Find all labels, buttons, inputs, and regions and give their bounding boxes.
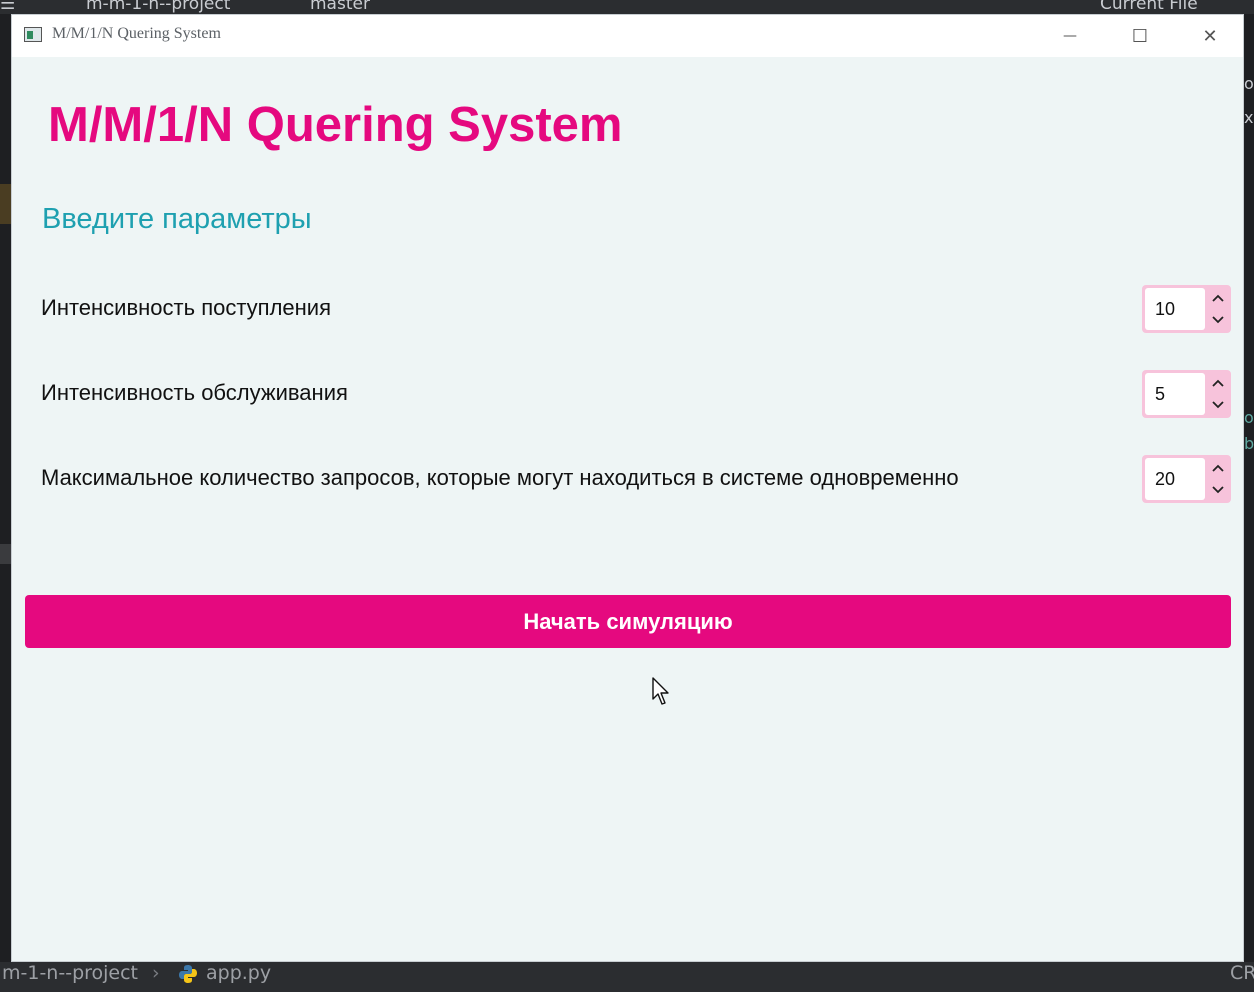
chevron-up-icon (1212, 379, 1224, 387)
mouse-pointer-icon (652, 677, 669, 705)
service-rate-input[interactable]: 5 (1145, 373, 1205, 415)
close-button[interactable]: ✕ (1175, 15, 1245, 57)
minimize-icon: — (1063, 28, 1077, 44)
arrival-rate-label: Интенсивность поступления (41, 295, 331, 320)
app-content: M/M/1/N Quering System Введите параметры… (12, 57, 1243, 961)
arrival-rate-decrement-button[interactable] (1206, 309, 1230, 331)
ide-divider-stripe (0, 544, 11, 564)
ide-highlight-stripe (0, 184, 11, 224)
ide-status-right: CR (1230, 962, 1254, 984)
param-row-arrival: Интенсивность поступления 10 (12, 285, 1243, 333)
section-title: Введите параметры (42, 203, 312, 235)
service-rate-increment-button[interactable] (1206, 372, 1230, 394)
python-icon (179, 965, 197, 983)
chevron-up-icon (1212, 464, 1224, 472)
ide-branch-name[interactable]: master (310, 0, 370, 14)
param-row-service: Интенсивность обслуживания 5 (12, 370, 1243, 418)
chevron-down-icon (1212, 316, 1224, 324)
ide-project-name[interactable]: m-m-1-n--project (86, 0, 230, 14)
menu-icon[interactable]: ☰ (0, 0, 15, 14)
ide-left-gutter (0, 14, 11, 964)
start-simulation-button[interactable]: Начать симуляцию (25, 595, 1231, 648)
page-title: M/M/1/N Quering System (48, 98, 623, 152)
max-requests-spinbox[interactable]: 20 (1142, 455, 1231, 503)
chevron-up-icon (1212, 294, 1224, 302)
service-rate-label: Интенсивность обслуживания (41, 380, 348, 405)
service-rate-decrement-button[interactable] (1206, 394, 1230, 416)
max-requests-decrement-button[interactable] (1206, 479, 1230, 501)
param-row-capacity: Максимальное количество запросов, которы… (12, 455, 1243, 503)
close-icon: ✕ (1202, 25, 1218, 47)
service-rate-spinbox[interactable]: 5 (1142, 370, 1231, 418)
app-window: M/M/1/N Quering System — ☐ ✕ M/M/1/N Que… (11, 14, 1244, 962)
ide-breadcrumb-file[interactable]: app.py (206, 962, 271, 984)
maximize-icon: ☐ (1131, 25, 1149, 47)
max-requests-increment-button[interactable] (1206, 457, 1230, 479)
ide-top-bar: ☰ m-m-1-n--project master Current File (0, 0, 1254, 14)
breadcrumb-separator-icon: › (152, 962, 160, 984)
ide-status-bar: m-1-n--project › app.py CR (0, 962, 1254, 992)
window-title: M/M/1/N Quering System (52, 25, 221, 42)
arrival-rate-increment-button[interactable] (1206, 287, 1230, 309)
arrival-rate-input[interactable]: 10 (1145, 288, 1205, 330)
maximize-button[interactable]: ☐ (1105, 15, 1175, 57)
chevron-down-icon (1212, 401, 1224, 409)
minimize-button[interactable]: — (1035, 15, 1105, 57)
ide-right-gutter: o x o b (1244, 14, 1254, 964)
ide-breadcrumb-project[interactable]: m-1-n--project (2, 962, 138, 984)
chevron-down-icon (1212, 486, 1224, 494)
window-titlebar[interactable]: M/M/1/N Quering System — ☐ ✕ (12, 15, 1243, 57)
arrival-rate-spinbox[interactable]: 10 (1142, 285, 1231, 333)
window-app-icon (24, 27, 42, 42)
max-requests-label: Максимальное количество запросов, которы… (41, 465, 959, 490)
ide-run-config[interactable]: Current File (1100, 0, 1198, 14)
max-requests-input[interactable]: 20 (1145, 458, 1205, 500)
